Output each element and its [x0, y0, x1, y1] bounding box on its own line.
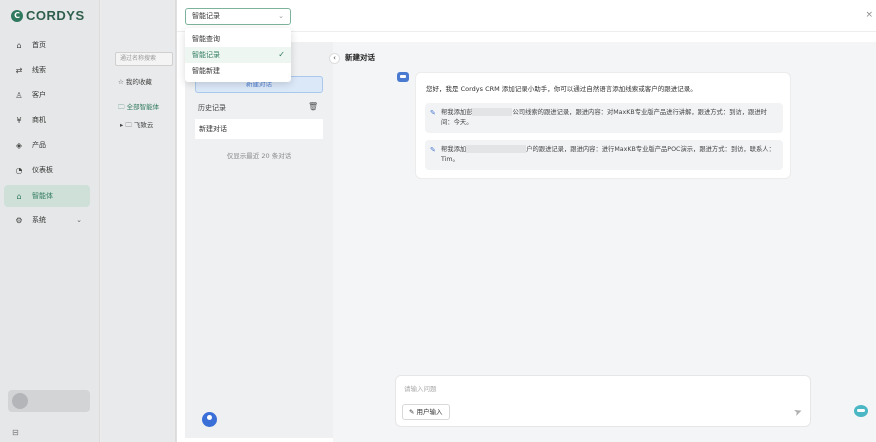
- chat-input[interactable]: 请输入问题: [404, 383, 437, 393]
- sidebar-item-customers[interactable]: ♙ 客户: [4, 84, 90, 106]
- check-icon: ✓: [278, 50, 285, 59]
- select-value: 智能记录: [192, 12, 220, 20]
- opportunity-icon: ¥: [16, 115, 22, 125]
- sidebar-item-opportunities[interactable]: ¥ 商机: [4, 109, 90, 131]
- trash-icon[interactable]: 🗑: [308, 102, 318, 111]
- send-icon[interactable]: ➤: [792, 406, 804, 419]
- chevron-down-icon: ⌄: [278, 12, 284, 20]
- agent-type-dropdown: 智能查询 智能记录 ✓ 智能新建: [185, 28, 291, 82]
- sidebar-item-leads[interactable]: ⇄ 线索: [4, 59, 90, 81]
- collapse-sidebar-icon[interactable]: ⊟: [12, 428, 19, 437]
- edit-icon: ✎: [409, 408, 415, 416]
- suggestion-card[interactable]: ✎ 帮我添加 户的跟进记录，跟进内容：进行MaxKB专业版产品POC演示，跟进方式…: [425, 140, 783, 170]
- agent-icon: ⌂: [16, 191, 22, 201]
- app-sidebar: C CORDYS ⌂ 首页 ⇄ 线索 ♙ 客户 ¥ 商机 ◈ 产品 ◔ 仪表板 …: [0, 0, 100, 442]
- lead-icon: ⇄: [15, 65, 23, 75]
- history-item[interactable]: 新建对话: [195, 119, 323, 139]
- user-avatar[interactable]: [202, 412, 217, 427]
- agent-tree-panel: 通过名称搜索 ☆ 我的收藏 🗀 全部智能体 ▸ 🗀 飞致云: [101, 0, 176, 442]
- agent-modal: 智能记录 ⌄ × 智能查询 智能记录 ✓ 智能新建 新建对话 历史记录 🗑 新建…: [176, 0, 876, 442]
- dashboard-icon: ◔: [15, 165, 23, 175]
- sidebar-item-label: 产品: [32, 141, 46, 149]
- gear-icon: ⚙: [15, 215, 23, 225]
- suggestion-card[interactable]: ✎ 帮我添加彭 公司线索的跟进记录，跟进内容：对MaxKB专业版产品进行讲解，跟进…: [425, 103, 783, 133]
- sidebar-item-home[interactable]: ⌂ 首页: [4, 34, 90, 56]
- product-icon: ◈: [15, 140, 23, 150]
- logo-mark-icon: C: [11, 9, 23, 22]
- chevron-down-icon: ⌄: [76, 216, 82, 224]
- dropdown-option-record[interactable]: 智能记录 ✓: [185, 47, 291, 63]
- sidebar-item-system[interactable]: ⚙ 系统 ⌄: [4, 209, 90, 231]
- suggestion-text-a: 帮我添加: [441, 146, 467, 153]
- chat-input-box[interactable]: 请输入问题 ✎ 用户输入 ➤: [395, 375, 811, 427]
- sidebar-item-agents[interactable]: ⌂ 智能体: [4, 185, 90, 207]
- chat-title: 新建对话: [345, 53, 375, 62]
- history-panel: 新建对话 历史记录 🗑 新建对话 仅显示最近 20 条对话: [185, 42, 333, 438]
- close-icon[interactable]: ×: [865, 10, 873, 20]
- history-label: 历史记录: [198, 104, 226, 112]
- assistant-float-icon[interactable]: [854, 405, 868, 417]
- tree-item-favorites[interactable]: ☆ 我的收藏: [118, 76, 152, 86]
- suggestion-text-a: 帮我添加彭: [441, 109, 473, 116]
- dropdown-option-create[interactable]: 智能新建: [185, 63, 291, 79]
- tree-item-folder[interactable]: ▸ 🗀 飞致云: [120, 119, 153, 132]
- sidebar-item-label: 客户: [32, 91, 46, 99]
- user-profile[interactable]: [8, 390, 90, 412]
- agent-type-select[interactable]: 智能记录 ⌄: [185, 8, 291, 25]
- sidebar-item-label: 智能体: [32, 192, 53, 200]
- bot-icon: [397, 72, 409, 82]
- user-input-label: 用户输入: [416, 408, 443, 416]
- greeting-text: 您好，我是 Cordys CRM 添加记录小助手，你可以通过自然语言添加线索或客…: [426, 85, 697, 93]
- dropdown-option-query[interactable]: 智能查询: [185, 31, 291, 47]
- sidebar-item-label: 首页: [32, 41, 46, 49]
- user-input-button[interactable]: ✎ 用户输入: [402, 404, 450, 420]
- sidebar-item-dashboard[interactable]: ◔ 仪表板: [4, 159, 90, 181]
- sidebar-item-label: 系统: [32, 216, 46, 224]
- logo[interactable]: C CORDYS: [11, 8, 85, 23]
- history-note: 仅显示最近 20 条对话: [226, 152, 292, 160]
- redacted-text: [472, 108, 513, 116]
- dropdown-option-label: 智能记录: [192, 51, 220, 59]
- sidebar-item-label: 仪表板: [32, 166, 53, 174]
- edit-icon: ✎: [430, 146, 436, 154]
- redacted-text: [466, 145, 527, 153]
- edit-icon: ✎: [430, 109, 436, 117]
- assistant-message: 您好，我是 Cordys CRM 添加记录小助手，你可以通过自然语言添加线索或客…: [415, 72, 791, 179]
- collapse-panel-button[interactable]: ‹: [329, 53, 340, 64]
- sidebar-item-label: 商机: [32, 116, 46, 124]
- sidebar-item-label: 线索: [32, 66, 46, 74]
- tree-item-all-agents[interactable]: 🗀 全部智能体: [118, 101, 159, 114]
- chat-area: 新建对话 您好，我是 Cordys CRM 添加记录小助手，你可以通过自然语言添…: [333, 42, 876, 442]
- tree-search-input[interactable]: 通过名称搜索: [115, 52, 173, 66]
- logo-text: CORDYS: [26, 8, 85, 23]
- customer-icon: ♙: [15, 90, 23, 100]
- sidebar-item-products[interactable]: ◈ 产品: [4, 134, 90, 156]
- home-icon: ⌂: [16, 40, 22, 50]
